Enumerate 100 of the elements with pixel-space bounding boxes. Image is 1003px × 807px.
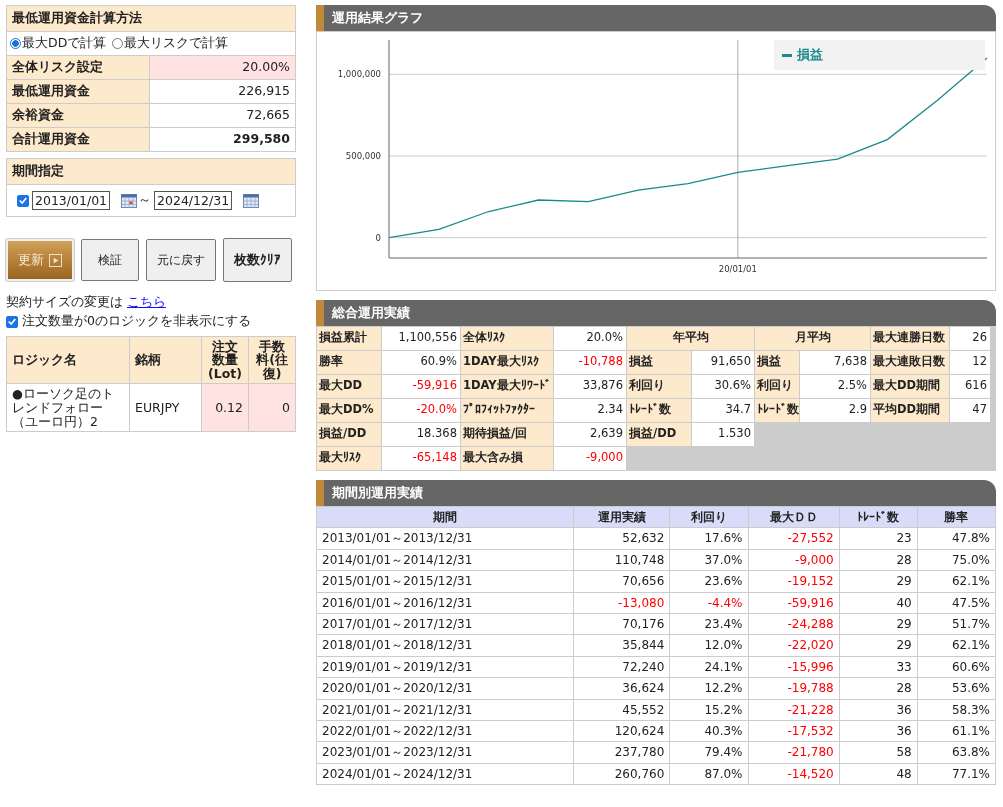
radio-icon[interactable] [10, 38, 21, 49]
legend-label: 損益 [797, 46, 823, 64]
table-cell: -4.4% [669, 592, 748, 614]
metric-label: 期待損益/回 [461, 423, 553, 446]
value-cell-text: 226,915 [237, 82, 291, 100]
table-cell: 237,780 [573, 741, 670, 764]
row-label: 全体リスク設定 [7, 56, 150, 79]
table-cell: 58 [839, 741, 918, 764]
metric-value: 1.530 [692, 423, 754, 446]
table-cell: 47.5% [917, 592, 996, 614]
play-icon [49, 253, 62, 267]
table-cell: 2019/01/01～2019/12/31 [316, 656, 574, 678]
metric-label: 最大ﾘｽｸ [317, 447, 381, 470]
action-button[interactable]: 元に戻す [146, 239, 216, 281]
table-cell: -19,788 [748, 677, 840, 699]
calendar-icon[interactable] [121, 193, 138, 208]
metric-value: 12 [950, 351, 990, 374]
metric-label: ﾌﾟﾛﾌｨｯﾄﾌｧｸﾀｰ [461, 399, 553, 422]
radio-option[interactable]: 最大リスクで計算 [112, 35, 229, 52]
metric-value: 30.6% [692, 375, 754, 398]
input-field[interactable]: 20.00% [150, 56, 295, 79]
table-cell: 2020/01/01～2020/12/31 [316, 677, 574, 699]
metric-label: 1DAY最大ﾘﾜｰﾄﾞ [461, 375, 553, 398]
table-cell: 47.8% [917, 527, 996, 550]
metric-label: 勝率 [317, 351, 381, 374]
table-cell: 23.4% [669, 613, 748, 635]
input-field[interactable]: 0.12 [201, 383, 249, 432]
metric-label: 最大連敗日数 [871, 351, 949, 374]
table-cell: 28 [839, 549, 918, 571]
table-cell: 45,552 [573, 699, 670, 721]
table-cell: 79.4% [669, 741, 748, 764]
table-cell: 2015/01/01～2015/12/31 [316, 570, 574, 593]
axis-label: 1,000,000 [337, 69, 381, 80]
table-cell: 48 [839, 763, 918, 785]
metric-label: 利回り [627, 375, 691, 398]
table-cell: 36,624 [573, 677, 670, 699]
table-cell: 2014/01/01～2014/12/31 [316, 549, 574, 571]
table-cell: 87.0% [669, 763, 748, 785]
section-title: 期間指定 [7, 159, 295, 185]
table-cell: 63.8% [917, 741, 996, 764]
metric-label: 最大DD% [317, 399, 381, 422]
metric-value: -20.0% [382, 399, 460, 422]
table-cell: -21,780 [748, 741, 840, 764]
action-button[interactable]: 枚数ｸﾘｱ [223, 238, 292, 282]
input-field[interactable]: 0 [248, 383, 296, 432]
table-cell: 2023/01/01～2023/12/31 [316, 741, 574, 764]
column-header: ロジック名 [6, 336, 130, 384]
table-cell: -27,552 [748, 527, 840, 550]
metric-label: 利回り [755, 375, 799, 398]
metric-label: 最大含み損 [461, 447, 553, 470]
link[interactable]: こちら [127, 294, 166, 309]
metric-label: 全体ﾘｽｸ [461, 327, 553, 350]
checkbox[interactable] [6, 315, 18, 328]
checkbox[interactable] [17, 194, 29, 207]
column-header: ﾄﾚｰﾄﾞ数 [839, 506, 918, 528]
table-cell: 40 [839, 592, 918, 614]
column-header: 注文数量(Lot) [201, 336, 249, 384]
row-label: 合計運用資金 [7, 128, 150, 151]
table-cell: 2017/01/01～2017/12/31 [316, 613, 574, 635]
table-cell: 2021/01/01～2021/12/31 [316, 699, 574, 721]
metric-value: -59,916 [382, 375, 460, 398]
axis-label: 500,000 [345, 150, 381, 161]
table-cell: 12.2% [669, 677, 748, 699]
table-cell: 110,748 [573, 549, 670, 571]
metric-value: -10,788 [554, 351, 626, 374]
radio-option[interactable]: 最大DDで計算 [10, 35, 107, 52]
metric-label: 損益/DD [317, 423, 381, 446]
table-cell: 36 [839, 720, 918, 742]
metric-value: 91,650 [692, 351, 754, 374]
table-cell: 36 [839, 699, 918, 721]
table-cell: 2024/01/01～2024/12/31 [316, 763, 574, 785]
table-cell: -59,916 [748, 592, 840, 614]
action-button[interactable]: 検証 [81, 239, 139, 281]
table-cell: 23 [839, 527, 918, 550]
section-title: 最低運用資金計算方法 [7, 6, 295, 32]
date-field[interactable]: 2024/12/31 [154, 191, 233, 210]
checkbox-label[interactable]: 注文数量が0のロジックを非表示にする [22, 313, 251, 330]
table-cell: 52,632 [573, 527, 670, 550]
table-cell: 72,240 [573, 656, 670, 678]
metric-label: 損益/DD [627, 423, 691, 446]
table-cell: -14,520 [748, 763, 840, 785]
column-header: 手数料(往復) [248, 336, 296, 384]
column-header: 運用実績 [573, 506, 670, 528]
table-cell: -9,000 [748, 549, 840, 571]
metric-value: 2.5% [800, 375, 870, 398]
table-cell: -24,288 [748, 613, 840, 635]
section-header: 運用結果グラフ [316, 5, 996, 31]
table-cell: 62.1% [917, 634, 996, 657]
table-cell: 24.1% [669, 656, 748, 678]
metric-value: 47 [950, 399, 990, 422]
date-field[interactable]: 2013/01/01 [32, 191, 111, 210]
metric-value: -9,000 [554, 447, 626, 470]
metric-value: 1,100,556 [382, 327, 460, 350]
metric-value: 60.9% [382, 351, 460, 374]
section-header: 期間別運用実績 [316, 480, 996, 506]
axis-label: 20/01/01 [718, 264, 757, 274]
table-cell: 120,624 [573, 720, 670, 742]
calendar-icon[interactable] [243, 193, 260, 208]
table-cell: ●ローソク足のトレンドフォロー（ユーロ円）2 [6, 383, 130, 432]
table-cell: 2018/01/01～2018/12/31 [316, 634, 574, 657]
